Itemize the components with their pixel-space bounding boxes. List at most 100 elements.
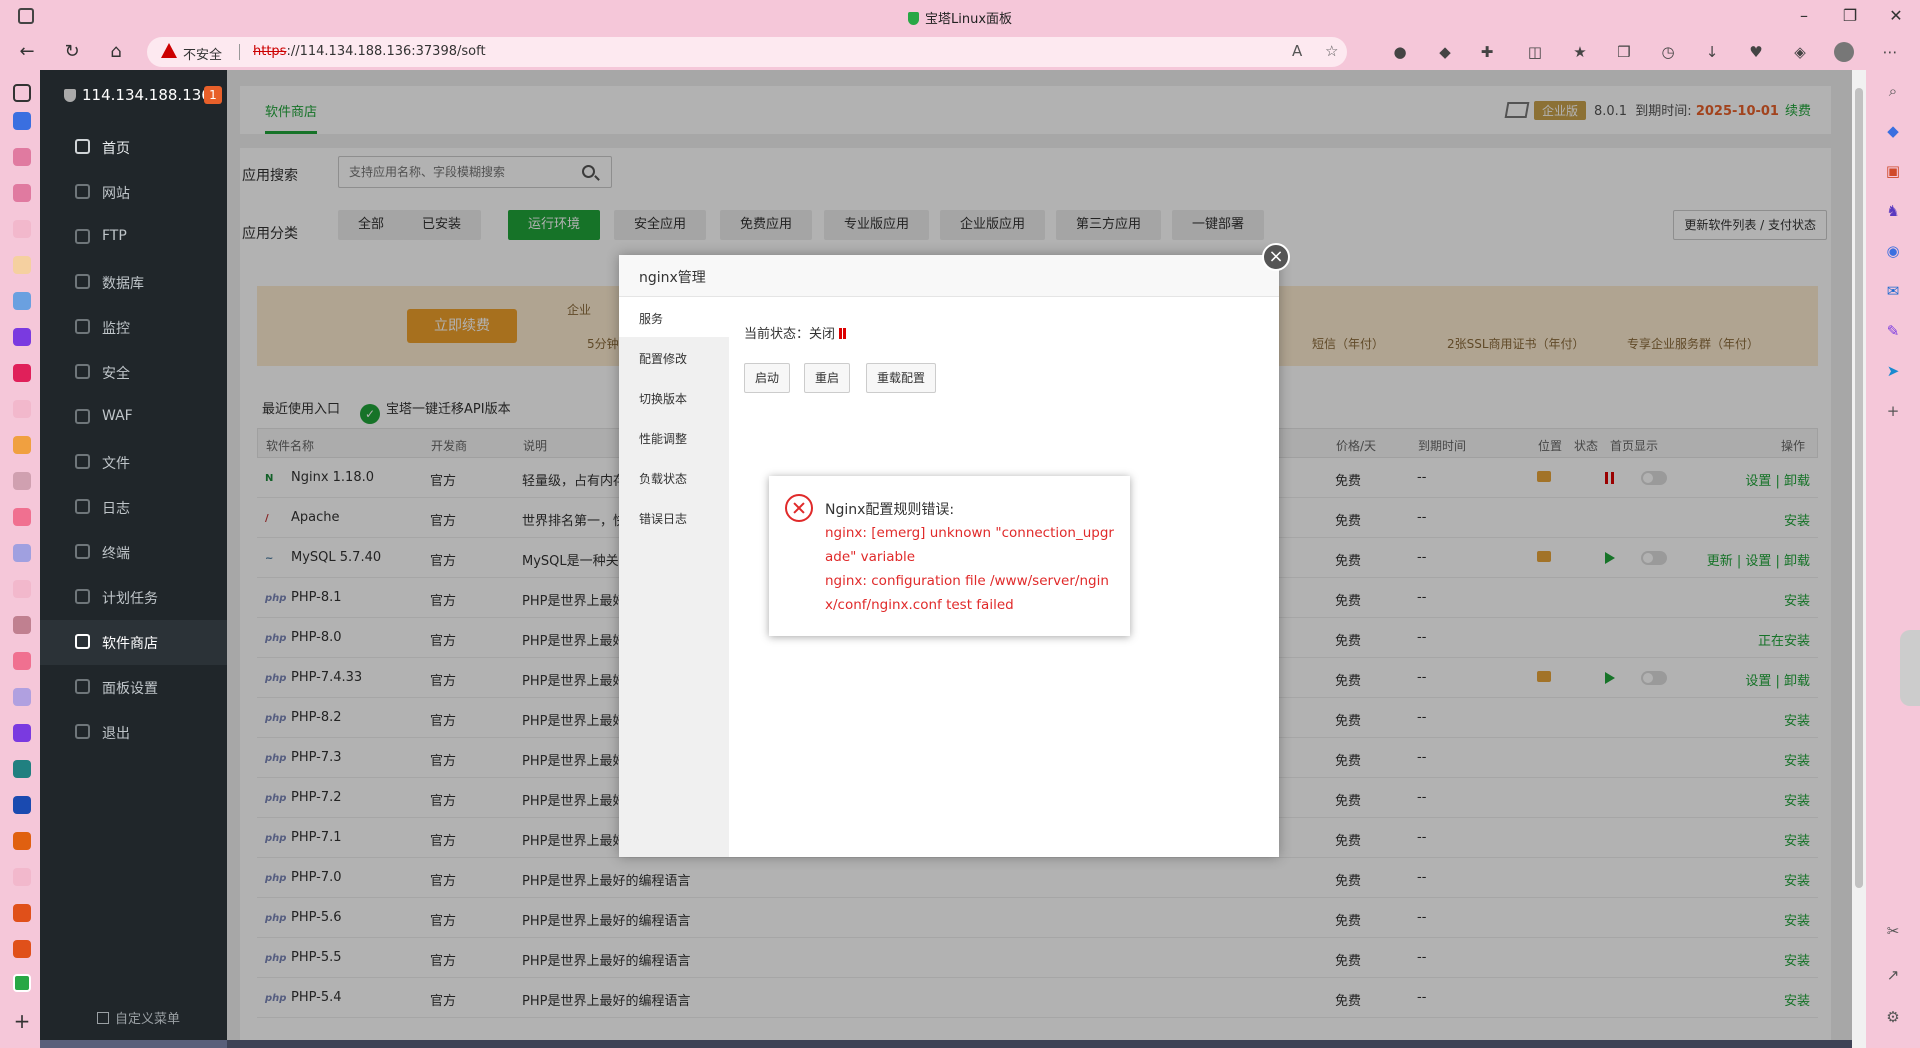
menu-item-monitor[interactable]: 监控 <box>40 305 227 350</box>
tab-load-status[interactable]: 负载状态 <box>619 457 729 497</box>
tab-icon[interactable] <box>13 796 31 814</box>
home-icon[interactable]: ⌂ <box>105 41 127 63</box>
tab-switch-version[interactable]: 切换版本 <box>619 377 729 417</box>
menu-item-logout[interactable]: 退出 <box>40 710 227 755</box>
tab-icon[interactable] <box>13 760 31 778</box>
tab-icon[interactable] <box>13 904 31 922</box>
tab-service[interactable]: 服务 <box>619 297 729 337</box>
extension-icon[interactable]: ◆ <box>1435 42 1455 62</box>
gear-icon <box>75 679 90 694</box>
menu-item-website[interactable]: 网站 <box>40 170 227 215</box>
warning-icon <box>161 43 177 58</box>
split-screen-icon[interactable]: ◫ <box>1525 42 1545 62</box>
restart-button[interactable]: 重启 <box>804 363 851 393</box>
screenshot-icon[interactable]: ✂ <box>1884 922 1902 940</box>
add-icon[interactable]: + <box>1884 402 1902 420</box>
browser-essentials-icon[interactable]: ◈ <box>1790 42 1810 62</box>
tab-icon[interactable] <box>13 148 31 166</box>
tab-icon[interactable] <box>13 652 31 670</box>
designer-icon[interactable]: ✎ <box>1884 322 1902 340</box>
tab-icon[interactable] <box>13 364 31 382</box>
tab-icon[interactable] <box>13 292 31 310</box>
server-ip: 114.134.188.136 <box>64 86 211 104</box>
tab-config-edit[interactable]: 配置修改 <box>619 337 729 377</box>
tools-icon[interactable]: ▣ <box>1884 162 1902 180</box>
read-aloud-icon[interactable]: A <box>1292 42 1302 60</box>
close-window-button[interactable]: ✕ <box>1886 6 1906 25</box>
url-text[interactable]: https://114.134.188.136:37398/soft <box>253 44 486 59</box>
menu-item-home[interactable]: 首页 <box>40 125 227 170</box>
tab-icon[interactable] <box>13 544 31 562</box>
shopping-tag-icon[interactable]: ◆ <box>1884 122 1902 140</box>
menu-item-ftp[interactable]: FTP <box>40 215 227 260</box>
refresh-icon[interactable]: ↻ <box>61 41 83 63</box>
new-tab-icon[interactable]: + <box>13 1011 31 1031</box>
games-icon[interactable]: ♞ <box>1884 202 1902 220</box>
search-icon[interactable]: ⌕ <box>1884 82 1902 100</box>
scrollbar-thumb[interactable] <box>1855 88 1863 888</box>
tab-icon[interactable] <box>13 472 31 490</box>
menu-item-files[interactable]: 文件 <box>40 440 227 485</box>
page-scrollbar[interactable] <box>1852 70 1866 1048</box>
settings-gear-icon[interactable]: ⚙ <box>1884 1008 1902 1026</box>
custom-menu-link[interactable]: 自定义菜单 <box>97 1008 180 1027</box>
tab-error-log[interactable]: 错误日志 <box>619 497 729 537</box>
dialog-titlebar: nginx管理 <box>619 255 1279 297</box>
tab-actions-icon[interactable] <box>13 84 31 102</box>
start-button[interactable]: 启动 <box>744 363 791 393</box>
extensions-puzzle-icon[interactable]: ✚ <box>1477 42 1497 62</box>
menu-item-waf[interactable]: WAF <box>40 395 227 440</box>
menu-item-settings[interactable]: 面板设置 <box>40 665 227 710</box>
menu-item-security[interactable]: 安全 <box>40 350 227 395</box>
extension-icon[interactable]: ● <box>1390 42 1410 62</box>
menu-item-logs[interactable]: 日志 <box>40 485 227 530</box>
globe-icon <box>75 184 90 199</box>
downloads-icon[interactable]: ↓ <box>1702 42 1722 62</box>
collections-icon[interactable]: ❒ <box>1614 42 1634 62</box>
tab-icon[interactable] <box>13 184 31 202</box>
url-bar[interactable]: 不安全 https://114.134.188.136:37398/soft A… <box>147 37 1347 67</box>
close-dialog-button[interactable]: × <box>1262 243 1290 271</box>
tab-icon[interactable] <box>13 112 31 130</box>
notification-badge[interactable]: 1 <box>204 86 222 104</box>
history-icon[interactable]: ◷ <box>1658 42 1678 62</box>
tab-icon[interactable] <box>13 688 31 706</box>
tab-icon[interactable] <box>13 940 31 958</box>
tab-icon[interactable] <box>13 256 31 274</box>
performance-icon[interactable]: ♥ <box>1746 42 1766 62</box>
restore-button[interactable]: ❐ <box>1840 6 1860 25</box>
reload-config-button[interactable]: 重载配置 <box>866 363 937 393</box>
menu-item-cron[interactable]: 计划任务 <box>40 575 227 620</box>
minimize-button[interactable]: – <box>1794 6 1814 25</box>
grid-icon <box>75 634 90 649</box>
tab-icon[interactable] <box>13 400 31 418</box>
tab-icon[interactable] <box>13 868 31 886</box>
tab-icon[interactable] <box>13 832 31 850</box>
panel-menu: 首页 网站 FTP 数据库 监控 安全 WAF 文件 日志 终端 计划任务 软件… <box>40 125 227 755</box>
security-warning[interactable]: 不安全 <box>183 44 222 63</box>
send-icon[interactable]: ➤ <box>1884 362 1902 380</box>
menu-item-terminal[interactable]: 终端 <box>40 530 227 575</box>
tab-icon[interactable] <box>13 328 31 346</box>
favorites-icon[interactable]: ★ <box>1570 42 1590 62</box>
open-external-icon[interactable]: ↗ <box>1884 966 1902 984</box>
tab-icon[interactable] <box>13 616 31 634</box>
tab-icon[interactable] <box>13 220 31 238</box>
favorite-star-icon[interactable]: ☆ <box>1325 42 1338 60</box>
back-icon[interactable]: ← <box>16 41 38 63</box>
tab-icon[interactable] <box>13 508 31 526</box>
window-title: 宝塔Linux面板 <box>0 8 1920 27</box>
terminal-icon <box>75 544 90 559</box>
tab-icon[interactable] <box>13 580 31 598</box>
more-menu-icon[interactable]: ⋯ <box>1880 42 1900 62</box>
tab-icon[interactable] <box>13 724 31 742</box>
copilot-icon[interactable]: ◉ <box>1884 242 1902 260</box>
menu-item-software-store[interactable]: 软件商店 <box>40 620 227 665</box>
avatar[interactable] <box>1834 42 1854 62</box>
sidebar-handle[interactable] <box>1900 630 1920 706</box>
tab-icon[interactable] <box>13 436 31 454</box>
tab-performance[interactable]: 性能调整 <box>619 417 729 457</box>
active-tab-icon[interactable] <box>13 974 31 992</box>
menu-item-database[interactable]: 数据库 <box>40 260 227 305</box>
outlook-icon[interactable]: ✉ <box>1884 282 1902 300</box>
